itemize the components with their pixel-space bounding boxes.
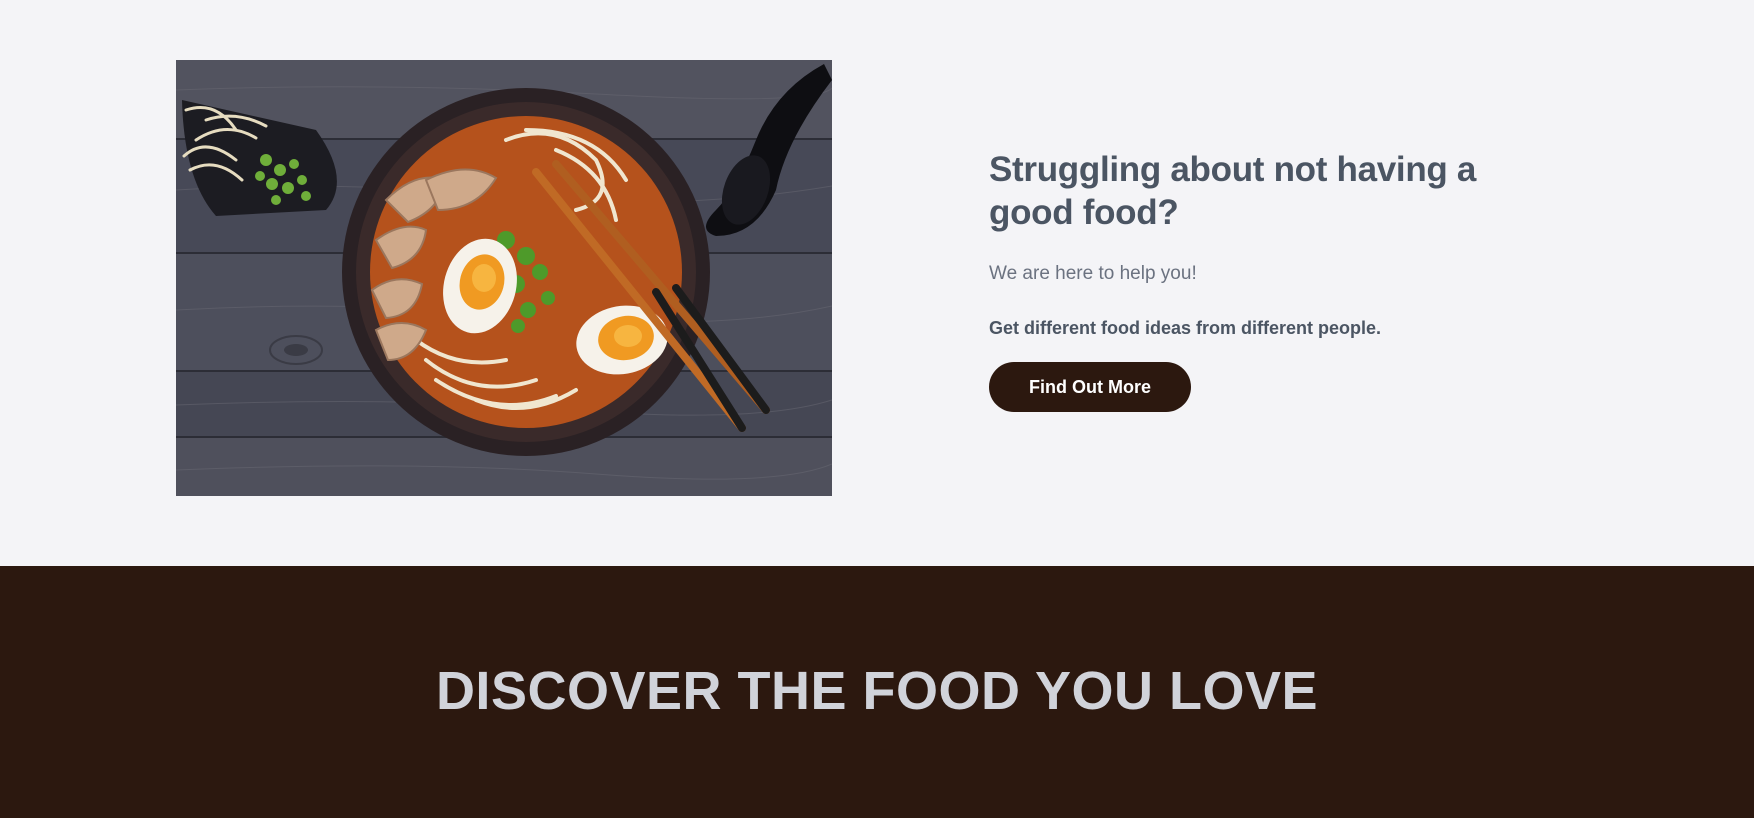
ramen-illustration [176, 60, 832, 496]
discover-title: DISCOVER THE FOOD YOU LOVE [435, 661, 1319, 721]
ramen-bowl-image [176, 60, 832, 496]
find-out-more-button[interactable]: Find Out More [989, 362, 1191, 412]
hero-tagline: Get different food ideas from different … [989, 318, 1382, 338]
hero-subtitle: We are here to help you! [989, 263, 1197, 284]
hero-copy: Struggling about not having a good food?… [989, 148, 1549, 412]
hero-title: Struggling about not having a good food? [989, 150, 1477, 232]
hero-section: Struggling about not having a good food?… [0, 0, 1754, 566]
discover-banner: DISCOVER THE FOOD YOU LOVE [0, 566, 1754, 818]
